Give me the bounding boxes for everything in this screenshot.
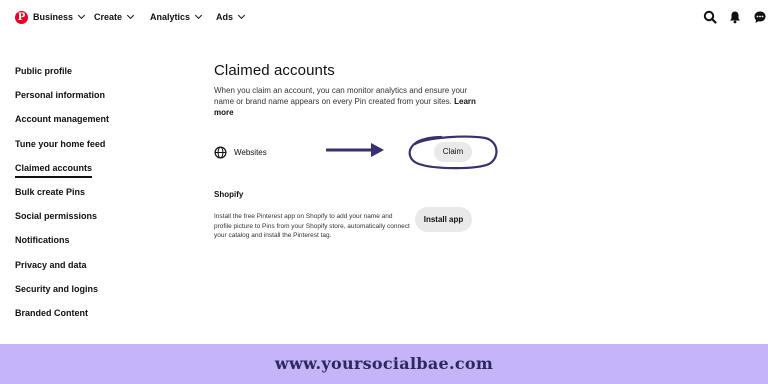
- sidebar-item-public-profile[interactable]: Public profile: [15, 66, 135, 90]
- sidebar-item-privacy-and-data[interactable]: Privacy and data: [15, 260, 135, 284]
- nav-create-label: Create: [94, 12, 123, 22]
- sidebar-item-label: Personal information: [15, 90, 106, 101]
- sidebar-item-label: Public profile: [15, 66, 73, 76]
- nav-business[interactable]: Business: [33, 11, 86, 22]
- nav-create[interactable]: Create: [94, 11, 135, 22]
- footer-banner: www.yoursocialbae.com: [0, 344, 768, 384]
- sidebar-item-bulk-create-pins[interactable]: Bulk create Pins: [15, 187, 135, 211]
- sidebar-item-security-and-logins[interactable]: Security and logins: [15, 284, 135, 308]
- sidebar-item-tune-home-feed[interactable]: Tune your home feed: [15, 139, 135, 163]
- pinterest-logo-icon[interactable]: P: [15, 11, 28, 24]
- globe-icon: [214, 146, 227, 159]
- nav-ads[interactable]: Ads: [216, 11, 246, 22]
- sidebar-item-label: Account management: [15, 114, 110, 125]
- search-icon[interactable]: [703, 10, 717, 24]
- settings-sidebar: Public profile Personal information Acco…: [15, 66, 135, 332]
- sidebar-item-branded-content[interactable]: Branded Content: [15, 308, 135, 332]
- arrow-annotation-icon: [326, 143, 384, 157]
- footer-website-text: www.yoursocialbae.com: [274, 354, 494, 373]
- description-text: When you claim an account, you can monit…: [214, 86, 468, 106]
- sidebar-item-personal-information[interactable]: Personal information: [15, 90, 135, 114]
- chevron-down-icon: [77, 11, 86, 20]
- sidebar-item-label: Social permissions: [15, 211, 98, 222]
- page-title: Claimed accounts: [214, 62, 335, 79]
- chat-icon[interactable]: [753, 10, 767, 24]
- shopify-description: Install the free Pinterest app on Shopif…: [214, 213, 410, 239]
- install-app-button[interactable]: Install app: [415, 207, 472, 232]
- nav-business-label: Business: [33, 12, 74, 22]
- sidebar-item-label: Tune your home feed: [15, 138, 106, 149]
- sidebar-item-account-management[interactable]: Account management: [15, 114, 135, 138]
- sidebar-item-label: Claimed accounts: [15, 162, 93, 178]
- sidebar-item-notifications[interactable]: Notifications: [15, 235, 135, 259]
- chevron-down-icon: [237, 11, 246, 20]
- chevron-down-icon: [194, 11, 203, 20]
- websites-label: Websites: [234, 148, 267, 157]
- claim-button[interactable]: Claim: [434, 142, 472, 162]
- sidebar-item-claimed-accounts[interactable]: Claimed accounts: [15, 162, 135, 187]
- sidebar-item-label: Branded Content: [15, 307, 88, 318]
- chevron-down-icon: [126, 11, 135, 20]
- page-description: When you claim an account, you can monit…: [214, 85, 476, 118]
- nav-ads-label: Ads: [216, 12, 234, 22]
- shopify-title: Shopify: [214, 190, 244, 199]
- sidebar-item-label: Notifications: [15, 235, 70, 246]
- sidebar-item-label: Bulk create Pins: [15, 186, 86, 197]
- top-nav: P Business Create Analytics Ads: [0, 0, 768, 36]
- sidebar-item-label: Privacy and data: [15, 259, 87, 270]
- sidebar-item-social-permissions[interactable]: Social permissions: [15, 211, 135, 235]
- sidebar-item-label: Security and logins: [15, 283, 99, 294]
- nav-analytics-label: Analytics: [150, 12, 191, 22]
- bell-icon[interactable]: [728, 10, 742, 24]
- nav-analytics[interactable]: Analytics: [150, 11, 203, 22]
